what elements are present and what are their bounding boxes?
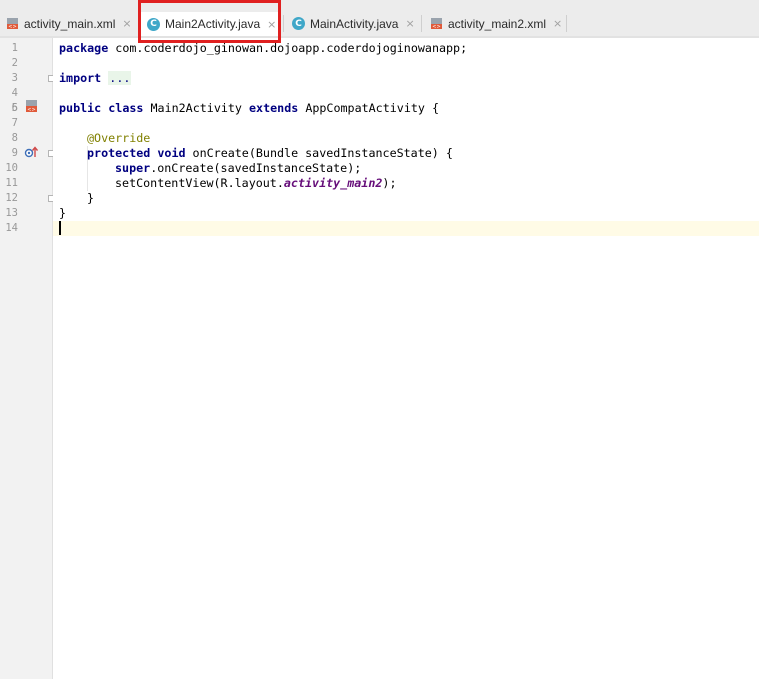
svg-text:<>: <> bbox=[27, 107, 35, 113]
code-line-10: super.onCreate(savedInstanceState); bbox=[115, 161, 361, 176]
code-line-8: @Override bbox=[87, 131, 150, 146]
ide-window: <> activity_main.xml × C Main2Activity.j… bbox=[0, 0, 759, 679]
tab-mainactivity-java[interactable]: C MainActivity.java × bbox=[292, 13, 415, 34]
tab-separator bbox=[283, 15, 284, 32]
java-class-icon: C bbox=[147, 17, 160, 31]
line-number: 13 bbox=[5, 207, 18, 219]
line-number: 4 bbox=[11, 87, 18, 99]
code-line-9: protected void onCreate(Bundle savedInst… bbox=[87, 146, 453, 161]
method-signature: onCreate(Bundle savedInstanceState) { bbox=[185, 146, 453, 160]
tab-label: activity_main.xml bbox=[24, 16, 116, 31]
code-line-1: package com.coderdojo_ginowan.dojoapp.co… bbox=[59, 41, 467, 56]
tab-label: MainActivity.java bbox=[310, 16, 399, 31]
tab-separator bbox=[421, 15, 422, 32]
import-keyword: import bbox=[59, 71, 102, 85]
code-editor[interactable]: package com.coderdojo_ginowan.dojoapp.co… bbox=[53, 38, 759, 679]
extends-keyword: extends bbox=[249, 101, 299, 115]
class-close-brace: } bbox=[59, 206, 67, 220]
class-keyword: public class bbox=[59, 101, 144, 115]
close-icon[interactable]: × bbox=[553, 18, 562, 29]
method-modifiers: protected void bbox=[87, 146, 186, 160]
svg-text:<>: <> bbox=[432, 24, 440, 30]
xml-layout-icon: <> bbox=[430, 17, 443, 30]
line-number: 8 bbox=[11, 132, 18, 144]
super-call: .onCreate(savedInstanceState); bbox=[150, 161, 362, 175]
current-line-highlight bbox=[53, 221, 759, 236]
line-number: 11 bbox=[5, 177, 18, 189]
tab-activity-main2-xml[interactable]: <> activity_main2.xml × bbox=[430, 13, 562, 34]
xml-layout-icon: <> bbox=[6, 17, 19, 30]
code-line-11: setContentView(R.layout.activity_main2); bbox=[115, 176, 396, 191]
line-number: 7 bbox=[11, 117, 18, 129]
line-number: 12 bbox=[5, 192, 18, 204]
code-line-12: } bbox=[87, 191, 94, 206]
tab-activity-main-xml[interactable]: <> activity_main.xml × bbox=[6, 13, 132, 34]
layout-field: activity_main2 bbox=[283, 176, 383, 190]
tab-label: Main2Activity.java bbox=[165, 17, 261, 31]
tab-main2activity-java[interactable]: C Main2Activity.java × bbox=[139, 12, 280, 36]
layout-file-gutter-icon[interactable]: <> bbox=[25, 99, 38, 118]
svg-text:<>: <> bbox=[8, 24, 16, 30]
java-class-icon: C bbox=[292, 17, 305, 30]
line-number: 9 bbox=[11, 147, 18, 159]
line-number: 10 bbox=[5, 162, 18, 174]
method-close-brace: } bbox=[87, 191, 95, 205]
package-name: com.coderdojo_ginowan.dojoapp.coderdojog… bbox=[108, 41, 468, 55]
close-icon[interactable]: × bbox=[267, 19, 276, 30]
folded-imports[interactable]: ... bbox=[108, 71, 132, 85]
line-number: 6 bbox=[11, 102, 18, 114]
text-caret bbox=[59, 221, 61, 235]
class-name: Main2Activity bbox=[143, 101, 250, 115]
package-keyword: package bbox=[59, 41, 109, 55]
call-close: ); bbox=[382, 176, 397, 190]
tab-separator bbox=[566, 15, 567, 32]
close-icon[interactable]: × bbox=[122, 18, 131, 29]
line-number: 2 bbox=[11, 57, 18, 69]
close-icon[interactable]: × bbox=[405, 18, 414, 29]
set-content-view-call: setContentView(R.layout. bbox=[115, 176, 284, 190]
code-line-13: } bbox=[59, 206, 66, 221]
line-number: 3 bbox=[11, 72, 18, 84]
tab-label: activity_main2.xml bbox=[448, 16, 547, 31]
line-number: 14 bbox=[5, 222, 18, 234]
code-line-3: import ... bbox=[59, 71, 132, 86]
override-method-icon[interactable] bbox=[24, 145, 39, 164]
code-line-6: public class Main2Activity extends AppCo… bbox=[59, 101, 439, 116]
override-annotation: @Override bbox=[87, 131, 151, 145]
line-number: 1 bbox=[11, 42, 18, 54]
super-keyword: super bbox=[115, 161, 151, 175]
editor-tab-bar: <> activity_main.xml × C Main2Activity.j… bbox=[0, 0, 759, 36]
line-number-gutter[interactable]: 1 2 3 4 5 6 7 8 9 10 11 12 13 14 <> bbox=[0, 38, 55, 679]
superclass-name: AppCompatActivity { bbox=[298, 101, 440, 115]
